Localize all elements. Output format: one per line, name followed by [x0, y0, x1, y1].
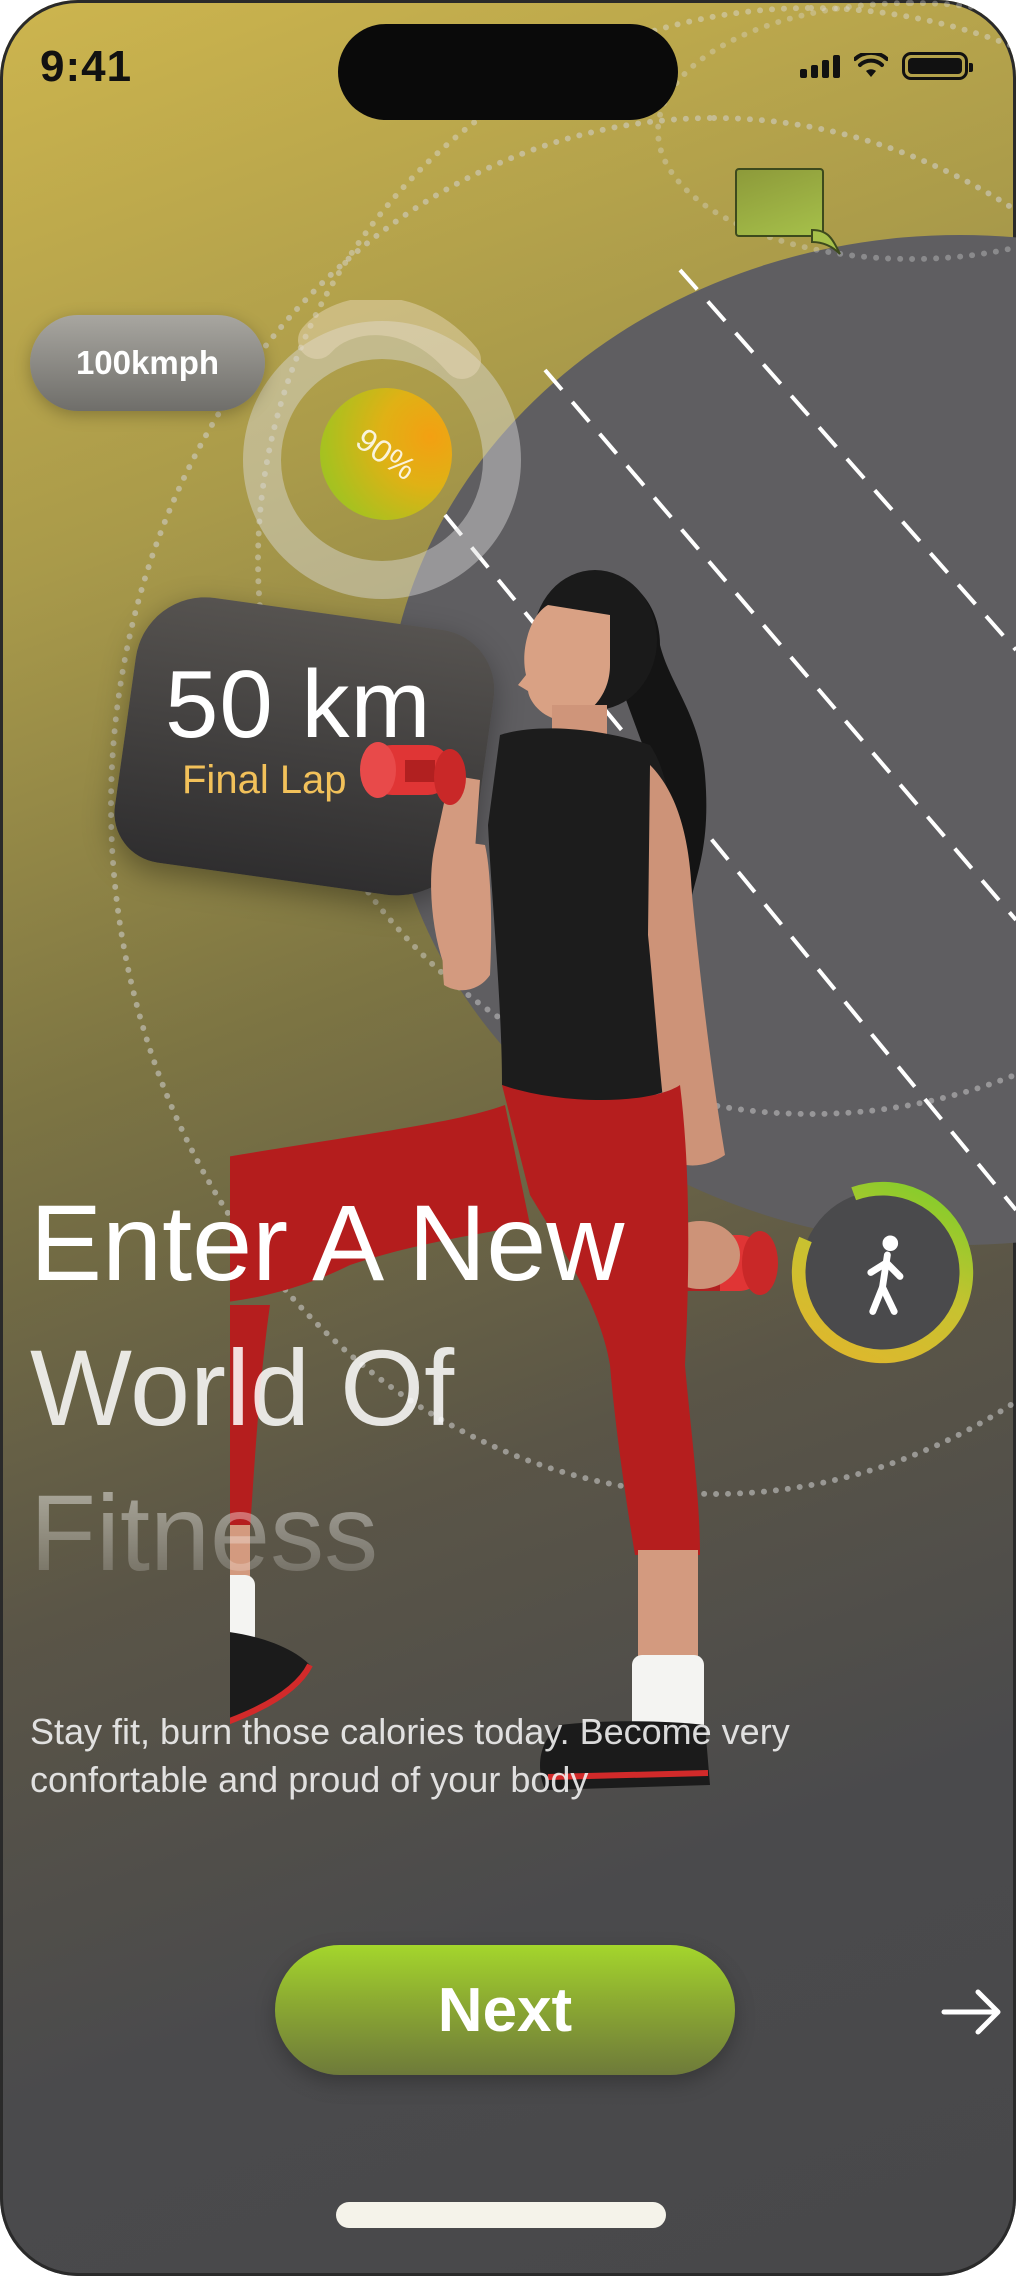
cellular-signal-icon [800, 54, 840, 78]
headline-line-3: Fitness [30, 1460, 750, 1605]
dumbbell-top [360, 742, 466, 805]
dynamic-island [338, 24, 678, 120]
hero-headline: Enter A New World Of Fitness [30, 1170, 750, 1605]
phone-screen: 9:41 100kmph 90% 50 km Final Lap Enter A… [0, 0, 1016, 2276]
hero-subtitle: Stay fit, burn those calories today. Bec… [30, 1711, 790, 1800]
headline-line-1: Enter A New [30, 1182, 625, 1303]
message-bubble-tail [811, 228, 841, 255]
arrow-right-icon[interactable] [940, 1982, 1004, 2042]
status-icons [800, 52, 973, 80]
next-button[interactable]: Next [275, 1945, 735, 2075]
status-time: 9:41 [40, 42, 133, 91]
headline-line-2: World Of [30, 1327, 455, 1448]
wifi-icon [854, 53, 888, 77]
speed-badge: 100kmph [30, 315, 265, 411]
activity-ring[interactable] [785, 1175, 980, 1370]
home-indicator[interactable] [336, 2202, 666, 2228]
battery-icon [902, 52, 973, 80]
